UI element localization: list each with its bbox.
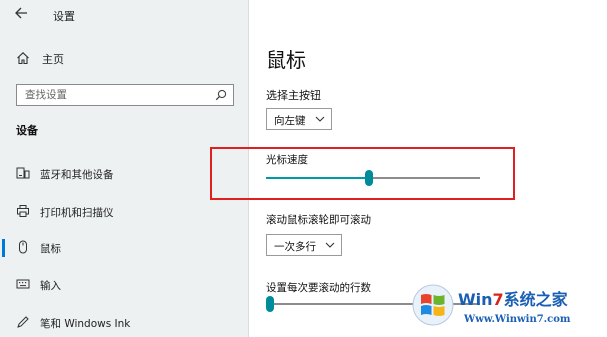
brand-suffix: 系统之家 (503, 290, 568, 309)
brand-prefix: Win (458, 290, 493, 309)
sidebar-item-home[interactable]: 主页 (12, 48, 232, 70)
primary-button-value: 向左键 (274, 115, 306, 127)
primary-button-dropdown[interactable]: 向左键 (266, 108, 332, 130)
sidebar-item-label: 打印机和扫描仪 (40, 207, 114, 219)
sidebar-item-label: 鼠标 (40, 243, 61, 255)
sidebar-item-label: 笔和 Windows Ink (40, 318, 131, 330)
sidebar-item-pen[interactable]: 笔和 Windows Ink (0, 310, 248, 336)
sidebar-item-label: 输入 (40, 280, 61, 292)
search-box[interactable] (16, 84, 234, 106)
sidebar-item-input[interactable]: 输入 (0, 272, 248, 298)
back-arrow-icon[interactable] (14, 6, 28, 20)
window-title: 设置 (53, 10, 75, 23)
wheel-scroll-value: 一次多行 (274, 241, 316, 253)
search-icon[interactable] (215, 89, 227, 101)
watermark-url: Www.Winwin7.com (464, 314, 571, 325)
home-label: 主页 (42, 53, 64, 66)
printer-icon (17, 205, 29, 217)
watermark: Win7系统之家 Www.Winwin7.com (412, 284, 602, 334)
mouse-icon (19, 240, 27, 254)
pen-icon (17, 316, 29, 328)
wheel-scroll-dropdown[interactable]: 一次多行 (266, 234, 342, 256)
home-icon (17, 52, 29, 65)
keyboard-icon (16, 279, 30, 289)
search-input[interactable] (17, 85, 213, 105)
slider-thumb[interactable] (365, 170, 373, 186)
slider-fill (266, 177, 369, 179)
cursor-speed-label: 光标速度 (266, 154, 308, 166)
primary-button-label: 选择主按钮 (266, 89, 321, 102)
cursor-speed-slider[interactable] (266, 170, 480, 186)
lines-per-scroll-label: 设置每次要滚动的行数 (266, 282, 371, 294)
windows-logo-icon (412, 284, 454, 326)
slider-thumb[interactable] (266, 296, 274, 312)
chevron-down-icon (325, 242, 335, 248)
brand-seven: 7 (492, 290, 504, 309)
sidebar-item-label: 蓝牙和其他设备 (40, 169, 114, 181)
bluetooth-devices-icon (16, 167, 30, 179)
watermark-brand: Win7系统之家 (458, 286, 568, 310)
chevron-down-icon (315, 116, 325, 122)
title-bar: 设置 (0, 6, 248, 26)
sidebar-item-mouse[interactable]: 鼠标 (0, 235, 248, 261)
section-title-devices: 设备 (16, 124, 38, 137)
wheel-scroll-label: 滚动鼠标滚轮即可滚动 (266, 214, 371, 226)
sidebar-item-printers[interactable]: 打印机和扫描仪 (0, 199, 248, 225)
page-title: 鼠标 (266, 48, 306, 72)
